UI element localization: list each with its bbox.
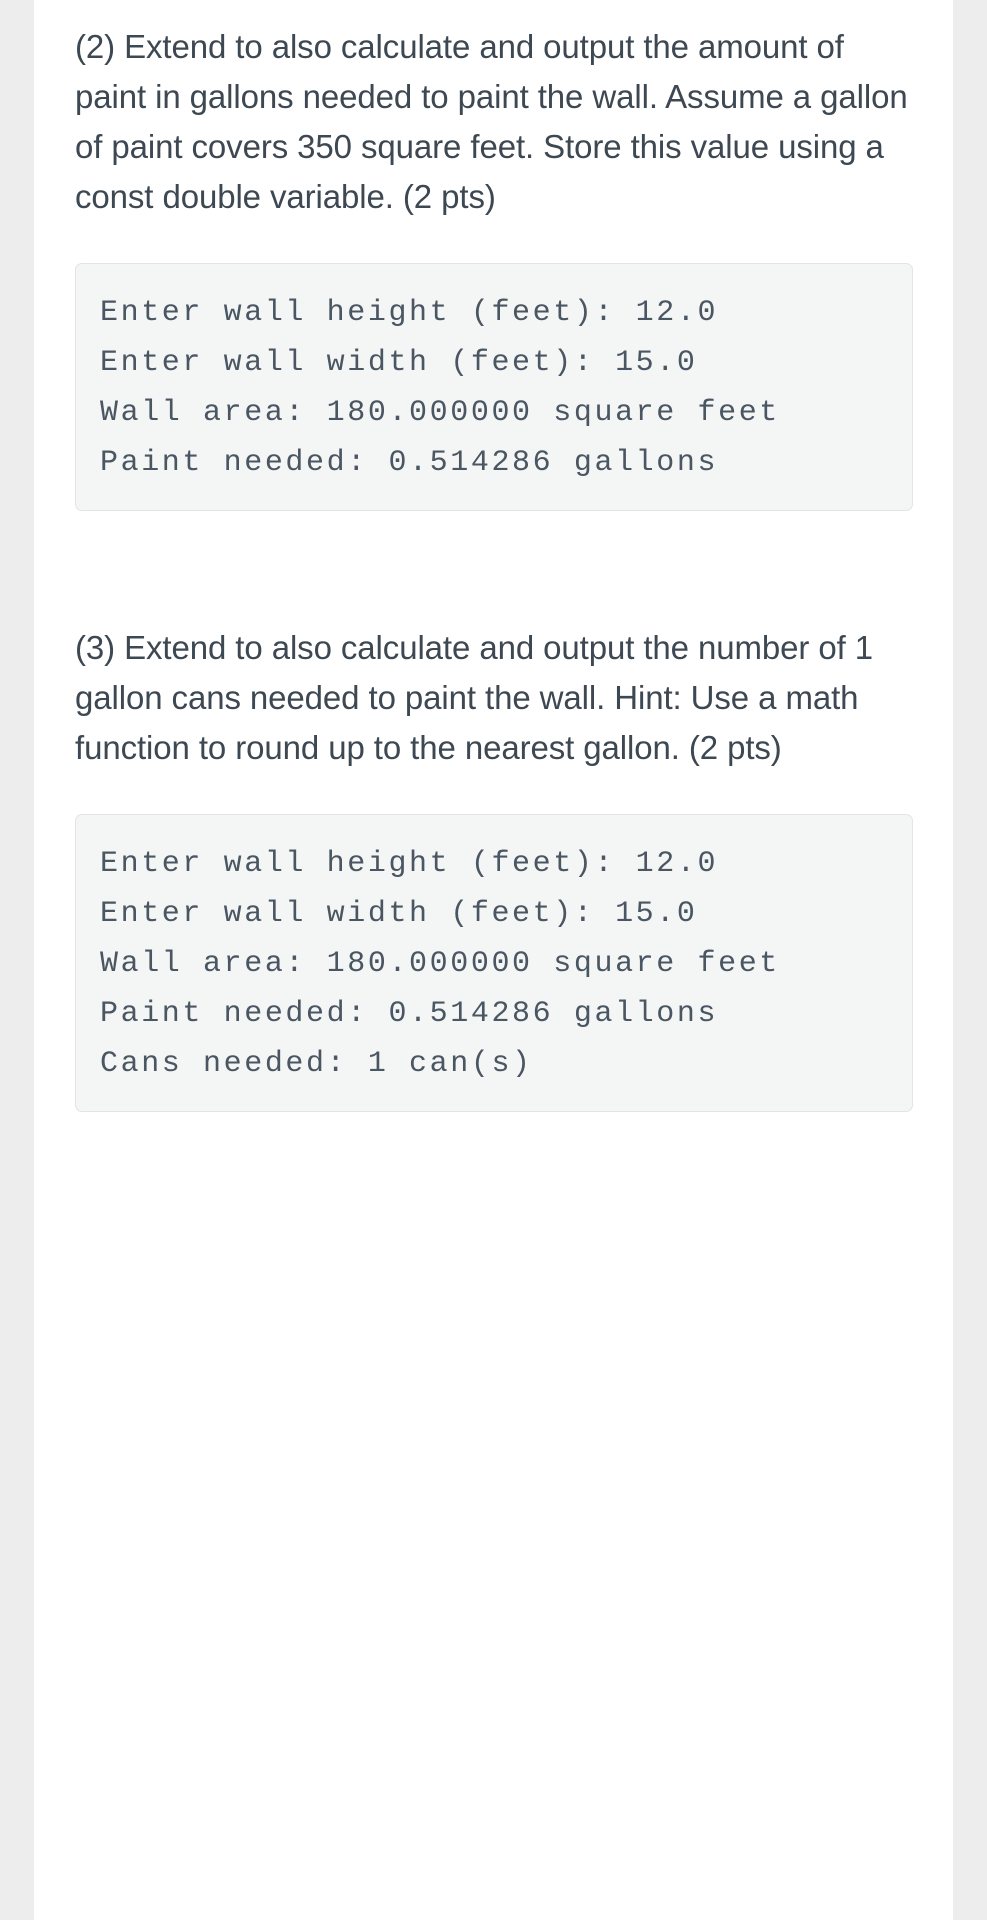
question-block-3: (3) Extend to also calculate and output … [75,623,913,1112]
output-3-text: Enter wall height (feet): 12.0 Enter wal… [100,847,780,1081]
document-column: (2) Extend to also calculate and output … [34,0,953,1920]
page-wrapper: (2) Extend to also calculate and output … [0,0,987,1920]
document-content: (2) Extend to also calculate and output … [34,0,953,1112]
output-block-2: Enter wall height (feet): 12.0 Enter wal… [75,263,913,511]
output-2-text: Enter wall height (feet): 12.0 Enter wal… [100,296,780,480]
question-block-2: (2) Extend to also calculate and output … [75,22,913,511]
output-block-3: Enter wall height (feet): 12.0 Enter wal… [75,814,913,1112]
question-3-text: (3) Extend to also calculate and output … [75,629,874,766]
question-2-text: (2) Extend to also calculate and output … [75,28,908,215]
